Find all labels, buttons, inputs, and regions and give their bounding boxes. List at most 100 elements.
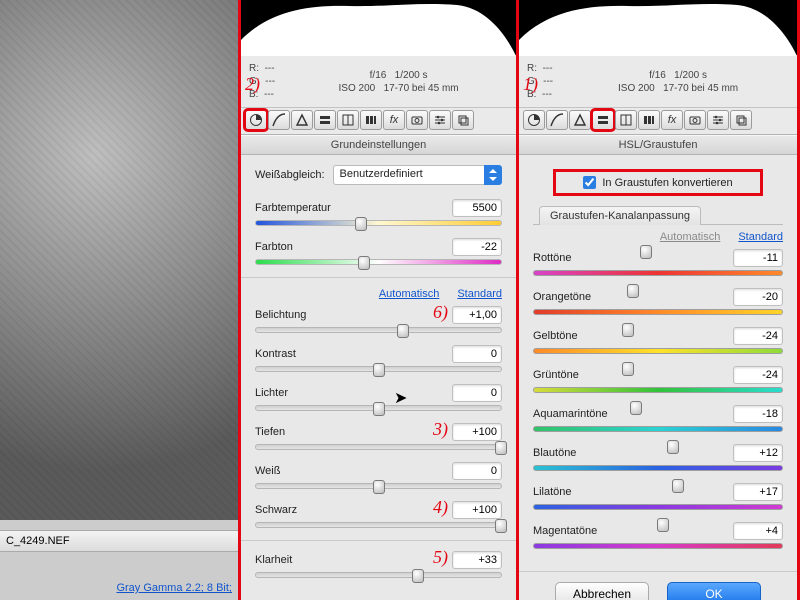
oranges-value[interactable] bbox=[733, 288, 783, 306]
tab-fx-icon[interactable]: fx bbox=[661, 110, 683, 130]
yellows-slider[interactable] bbox=[533, 348, 783, 354]
temp-slider[interactable] bbox=[255, 220, 502, 226]
preview-column: C_4249.NEF Gray Gamma 2.2; 8 Bit; bbox=[0, 0, 238, 600]
exposure-label: Belichtung bbox=[255, 309, 306, 321]
tab-hsl-icon[interactable] bbox=[592, 110, 614, 130]
purples-label: Lilatöne bbox=[533, 486, 572, 498]
clarity-slider[interactable] bbox=[255, 572, 502, 578]
tint-label: Farbton bbox=[255, 241, 293, 253]
exposure-slider[interactable] bbox=[255, 327, 502, 333]
grayscale-checkbox[interactable] bbox=[583, 176, 596, 189]
grayscale-tab[interactable]: Graustufen-Kanalanpassung bbox=[539, 206, 701, 225]
annotation-6: 6) bbox=[433, 302, 448, 323]
histogram-hsl[interactable] bbox=[519, 0, 797, 56]
basic-panel-column: R: --- G: --- B: --- f/16 1/200 s ISO 20… bbox=[238, 0, 519, 600]
oranges-slider[interactable] bbox=[533, 309, 783, 315]
tab-curve-icon[interactable] bbox=[546, 110, 568, 130]
whites-value[interactable] bbox=[452, 462, 502, 480]
reds-value[interactable] bbox=[733, 249, 783, 267]
shadows-value[interactable] bbox=[452, 423, 502, 441]
tint-value[interactable] bbox=[452, 238, 502, 256]
blues-slider[interactable] bbox=[533, 465, 783, 471]
exif-info: R: --- G: --- B: --- f/16 1/200 s ISO 20… bbox=[241, 56, 516, 108]
yellows-value[interactable] bbox=[733, 327, 783, 345]
magentas-label: Magentatöne bbox=[533, 525, 597, 537]
aquas-slider[interactable] bbox=[533, 426, 783, 432]
clarity-label: Klarheit bbox=[255, 554, 292, 566]
tab-lens-icon[interactable] bbox=[638, 110, 660, 130]
tab-presets-icon[interactable] bbox=[730, 110, 752, 130]
greens-value[interactable] bbox=[733, 366, 783, 384]
oranges-label: Orangetöne bbox=[533, 291, 591, 303]
exposure-value[interactable] bbox=[452, 306, 502, 324]
tab-basic-icon[interactable] bbox=[245, 110, 267, 130]
purples-value[interactable] bbox=[733, 483, 783, 501]
tab-curve-icon[interactable] bbox=[268, 110, 290, 130]
standard-link[interactable]: Standard bbox=[457, 288, 502, 300]
color-profile-link[interactable]: Gray Gamma 2.2; 8 Bit; bbox=[116, 582, 232, 594]
whites-slider[interactable] bbox=[255, 483, 502, 489]
tab-split-icon[interactable] bbox=[615, 110, 637, 130]
tab-basic-icon[interactable] bbox=[523, 110, 545, 130]
hsl-standard-link[interactable]: Standard bbox=[738, 231, 783, 243]
hsl-panel-column: R: --- G: --- B: --- f/16 1/200 s ISO 20… bbox=[519, 0, 800, 600]
greens-slider[interactable] bbox=[533, 387, 783, 393]
tab-sliders-icon[interactable] bbox=[707, 110, 729, 130]
greens-label: Grüntöne bbox=[533, 369, 579, 381]
tab-hsl-icon[interactable] bbox=[314, 110, 336, 130]
blacks-slider[interactable] bbox=[255, 522, 502, 528]
wb-select[interactable]: Benutzerdefiniert bbox=[333, 165, 503, 185]
contrast-value[interactable] bbox=[452, 345, 502, 363]
tab-sliders-icon[interactable] bbox=[429, 110, 451, 130]
tab-detail-icon[interactable] bbox=[569, 110, 591, 130]
shadows-label: Tiefen bbox=[255, 426, 285, 438]
tab-split-icon[interactable] bbox=[337, 110, 359, 130]
purples-slider[interactable] bbox=[533, 504, 783, 510]
annotation-2: 2) bbox=[245, 74, 260, 95]
tab-presets-icon[interactable] bbox=[452, 110, 474, 130]
cancel-button[interactable]: Abbrechen bbox=[555, 582, 649, 600]
grayscale-label: In Graustufen konvertieren bbox=[602, 177, 732, 189]
tab-camera-icon[interactable] bbox=[406, 110, 428, 130]
temp-value[interactable] bbox=[452, 199, 502, 217]
whites-label: Weiß bbox=[255, 465, 280, 477]
blues-label: Blautöne bbox=[533, 447, 576, 459]
tab-camera-icon[interactable] bbox=[684, 110, 706, 130]
contrast-label: Kontrast bbox=[255, 348, 296, 360]
ok-button[interactable]: OK bbox=[667, 582, 761, 600]
tint-slider[interactable] bbox=[255, 259, 502, 265]
annotation-1: 1) bbox=[523, 74, 538, 95]
annotation-5: 5) bbox=[433, 547, 448, 568]
contrast-slider[interactable] bbox=[255, 366, 502, 372]
reds-slider[interactable] bbox=[533, 270, 783, 276]
highlights-slider[interactable] bbox=[255, 405, 502, 411]
exif-info-hsl: R: --- G: --- B: --- f/16 1/200 s ISO 20… bbox=[519, 56, 797, 108]
preview-image bbox=[0, 0, 238, 520]
highlights-value[interactable] bbox=[452, 384, 502, 402]
tab-fx-icon[interactable]: fx bbox=[383, 110, 405, 130]
aquas-value[interactable] bbox=[733, 405, 783, 423]
panel-tabs-hsl: fx bbox=[519, 108, 797, 135]
tab-detail-icon[interactable] bbox=[291, 110, 313, 130]
shadows-slider[interactable] bbox=[255, 444, 502, 450]
filename-bar: C_4249.NEF bbox=[0, 530, 238, 552]
histogram[interactable] bbox=[241, 0, 516, 56]
clarity-value[interactable] bbox=[452, 551, 502, 569]
wb-label: Weißabgleich: bbox=[255, 169, 325, 181]
yellows-label: Gelbtöne bbox=[533, 330, 578, 342]
magentas-value[interactable] bbox=[733, 522, 783, 540]
auto-link[interactable]: Automatisch bbox=[379, 288, 440, 300]
hsl-auto-link[interactable]: Automatisch bbox=[660, 231, 721, 243]
annotation-3: 3) bbox=[433, 419, 448, 440]
temp-label: Farbtemperatur bbox=[255, 202, 331, 214]
tab-lens-icon[interactable] bbox=[360, 110, 382, 130]
reds-label: Rottöne bbox=[533, 252, 572, 264]
grayscale-convert-box[interactable]: In Graustufen konvertieren bbox=[553, 169, 763, 196]
blacks-label: Schwarz bbox=[255, 504, 297, 516]
aquas-label: Aquamarintöne bbox=[533, 408, 608, 420]
blues-value[interactable] bbox=[733, 444, 783, 462]
panel-tabs: fx bbox=[241, 108, 516, 135]
blacks-value[interactable] bbox=[452, 501, 502, 519]
magentas-slider[interactable] bbox=[533, 543, 783, 549]
annotation-4: 4) bbox=[433, 497, 448, 518]
